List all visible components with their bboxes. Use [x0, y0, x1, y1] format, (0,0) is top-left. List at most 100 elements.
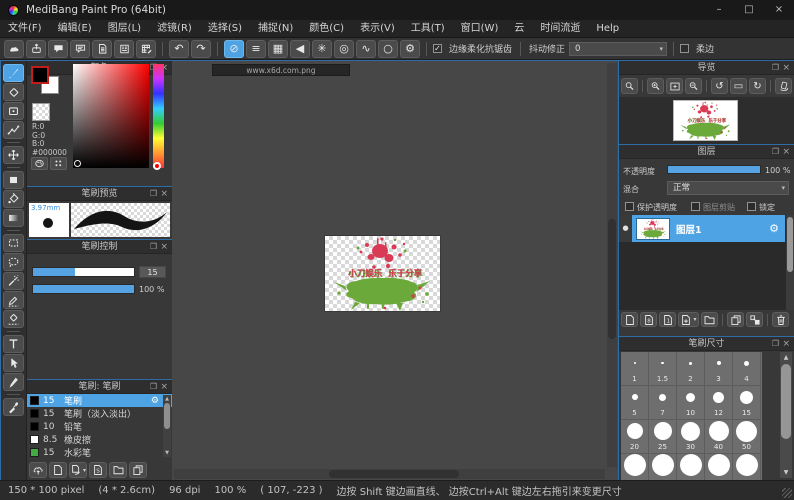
brush-size-cell[interactable]: 10 [677, 386, 705, 420]
canvas-horizontal-scrollbar[interactable] [174, 469, 605, 479]
add-1bit-layer-button[interactable]: 1 [659, 312, 676, 327]
brush-size-cell[interactable]: 2 [677, 352, 705, 386]
rotate-left-button[interactable]: ↺ [711, 78, 728, 94]
menu-item[interactable]: 颜色(C) [301, 20, 352, 37]
comment-list-button[interactable] [70, 40, 90, 58]
brush-size-cell[interactable] [649, 454, 677, 480]
brush-size-value[interactable]: 15 [139, 266, 166, 278]
brush-size-cell[interactable]: 50 [733, 420, 761, 454]
layer-visibility-icon[interactable]: ● [619, 215, 632, 242]
brush-size-cell[interactable]: 3 [705, 352, 733, 386]
close-icon[interactable]: × [160, 240, 168, 254]
script-brush-button[interactable]: S [89, 462, 107, 478]
brush-opacity-slider[interactable] [32, 284, 135, 294]
brush-list-item[interactable]: 10铅笔 [27, 420, 172, 433]
scroll-down-icon[interactable]: ▼ [780, 469, 792, 476]
foreground-color-swatch[interactable] [31, 66, 49, 84]
brush-cloud-download-button[interactable] [29, 462, 47, 478]
blend-mode-dropdown[interactable]: 正常▾ [667, 181, 789, 195]
select-tool[interactable] [3, 171, 24, 189]
snap-off-button[interactable]: ⊘ [224, 40, 244, 58]
minimize-button[interactable]: – [704, 0, 734, 20]
brush-size-cell[interactable]: 30 [677, 420, 705, 454]
brush-folder-button[interactable] [109, 462, 127, 478]
magic-wand-tool[interactable] [3, 272, 24, 290]
hue-slider[interactable] [153, 64, 164, 168]
layer-folder-button[interactable] [701, 312, 718, 327]
scrollbar-thumb[interactable] [329, 470, 459, 478]
popout-icon[interactable]: ❐ [150, 380, 157, 394]
zoom-100-button[interactable] [621, 78, 638, 94]
text-tool[interactable] [3, 335, 24, 353]
document-button[interactable] [92, 40, 112, 58]
operate-tool[interactable] [3, 354, 24, 372]
layer-scrollbar[interactable] [786, 215, 794, 310]
popout-icon[interactable]: ❐ [772, 61, 779, 75]
brush-list-item[interactable]: 8.5橡皮擦 [27, 433, 172, 446]
undo-button[interactable]: ↶ [169, 40, 189, 58]
bucket-tool[interactable] [3, 190, 24, 208]
snap-ellipse-button[interactable]: ○ [378, 40, 398, 58]
palette-button[interactable] [31, 157, 48, 170]
resize-grip-icon[interactable] [782, 488, 792, 498]
menu-item[interactable]: 图层(L) [100, 20, 149, 37]
brush-size-cell[interactable]: 15 [733, 386, 761, 420]
menu-item[interactable]: 文件(F) [0, 20, 50, 37]
brush-size-cell[interactable] [677, 454, 705, 480]
menu-item[interactable]: 云 [506, 20, 532, 37]
gradient-tool[interactable] [3, 209, 24, 227]
brush-size-cell[interactable]: 5 [621, 386, 649, 420]
grid-edit-button[interactable] [136, 40, 156, 58]
brush-list-item[interactable]: 15笔刷（淡入淡出） [27, 407, 172, 420]
menu-item[interactable]: 选择(S) [200, 20, 250, 37]
menu-item[interactable]: 工具(T) [403, 20, 453, 37]
popout-icon[interactable]: ❐ [772, 145, 779, 159]
close-icon[interactable]: × [782, 337, 790, 351]
eyedropper-tool[interactable] [3, 398, 24, 416]
brush-size-cell[interactable]: 12 [705, 386, 733, 420]
saturation-value-picker[interactable] [73, 64, 149, 168]
scrollbar-thumb[interactable] [608, 219, 616, 339]
menu-item[interactable]: 滤镜(R) [149, 20, 200, 37]
brush-list-scrollbar[interactable]: ▲ ▼ [163, 395, 171, 457]
menu-item[interactable]: 时间流逝 [532, 20, 588, 37]
brush-size-cell[interactable] [621, 454, 649, 480]
brush-size-scrollbar[interactable]: ▲ ▼ [780, 352, 792, 478]
layer-opacity-slider[interactable] [667, 165, 761, 174]
sv-cursor[interactable] [74, 160, 81, 167]
menu-item[interactable]: 表示(V) [352, 20, 403, 37]
close-icon[interactable]: × [160, 380, 168, 394]
publish-button[interactable] [26, 40, 46, 58]
snap-curve-button[interactable]: ∿ [356, 40, 376, 58]
scrollbar-thumb[interactable] [164, 403, 170, 429]
shape-tool[interactable] [3, 102, 24, 120]
zoom-out-button[interactable] [685, 78, 702, 94]
brush-size-cell[interactable] [705, 454, 733, 480]
hue-cursor[interactable] [153, 162, 161, 170]
marquee-tool[interactable] [3, 234, 24, 252]
lasso-tool[interactable] [3, 253, 24, 271]
popout-icon[interactable]: ❐ [150, 240, 157, 254]
brush-size-cell[interactable]: 1 [621, 352, 649, 386]
brush-size-cell[interactable] [733, 454, 761, 480]
navigator-view[interactable] [619, 97, 794, 144]
scrollbar-thumb[interactable] [781, 364, 791, 439]
zoom-in-button[interactable] [647, 78, 664, 94]
antialias-checkbox[interactable]: ✓ [433, 44, 442, 53]
snap-concentric-button[interactable]: ◎ [334, 40, 354, 58]
cloud-button[interactable] [4, 40, 24, 58]
polyline-tool[interactable] [3, 121, 24, 139]
snap-vanishing-point-button[interactable]: ◀ [290, 40, 310, 58]
close-icon[interactable]: × [782, 61, 790, 75]
eraser-tool[interactable] [3, 83, 24, 101]
scrollbar-thumb[interactable] [787, 217, 793, 272]
navigator-thumbnail[interactable] [673, 100, 738, 141]
brush-list-item[interactable]: 15水彩笔 [27, 446, 172, 458]
layer-settings-icon[interactable]: ⚙ [769, 222, 779, 235]
popout-icon[interactable]: ❐ [150, 187, 157, 201]
brush-size-cell[interactable]: 4 [733, 352, 761, 386]
rotate-right-button[interactable]: ↻ [749, 78, 766, 94]
maximize-button[interactable]: □ [734, 0, 764, 20]
close-icon[interactable]: × [782, 145, 790, 159]
snap-settings-button[interactable]: ⚙ [400, 40, 420, 58]
